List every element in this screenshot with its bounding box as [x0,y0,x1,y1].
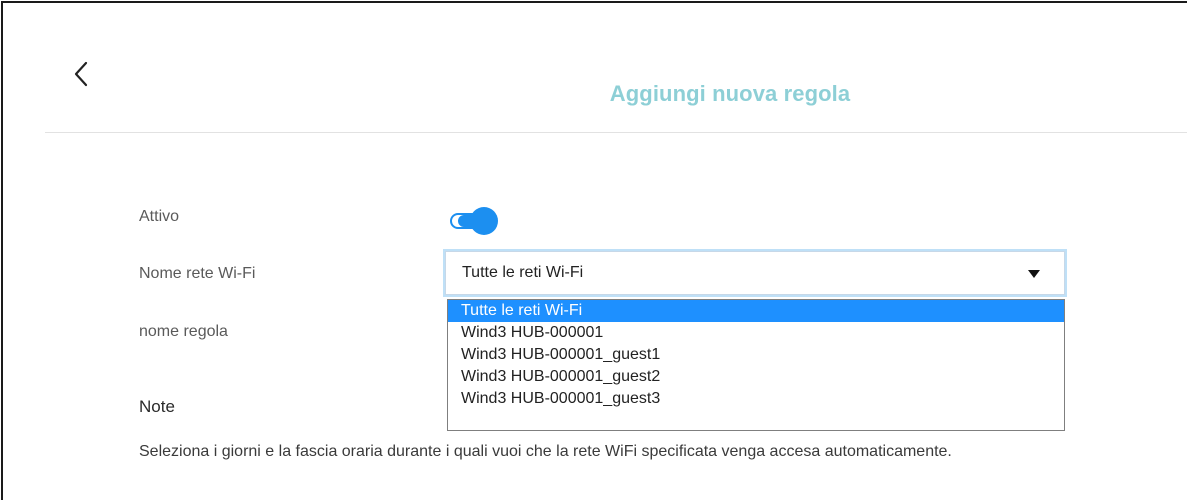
active-label: Attivo [139,208,180,225]
wifi-name-label: Nome rete Wi-Fi [139,265,256,282]
dropdown-option-guest3[interactable]: Wind3 HUB-000001_guest3 [448,388,1064,410]
dropdown-option-guest1[interactable]: Wind3 HUB-000001_guest1 [448,344,1064,366]
dropdown-option-all[interactable]: Tutte le reti Wi-Fi [448,300,1064,322]
dropdown-option-hub[interactable]: Wind3 HUB-000001 [448,322,1064,344]
caret-down-icon [1028,270,1040,278]
note-text: Seleziona i giorni e la fascia oraria du… [139,443,952,460]
toggle-knob [470,207,498,235]
note-label: Note [139,397,175,416]
wifi-dropdown-list[interactable]: Tutte le reti Wi-Fi Wind3 HUB-000001 Win… [447,299,1065,431]
header-divider [45,132,1187,133]
app-window: Aggiungi nuova regola Attivo Nome rete W… [1,1,1187,500]
page-title: Aggiungi nuova regola [609,81,851,106]
dropdown-option-guest2[interactable]: Wind3 HUB-000001_guest2 [448,366,1064,388]
active-toggle[interactable] [450,207,500,235]
wifi-network-select[interactable]: Tutte le reti Wi-Fi [443,249,1067,297]
rule-name-label: nome regola [139,323,228,340]
wifi-select-value: Tutte le reti Wi-Fi [462,264,584,281]
